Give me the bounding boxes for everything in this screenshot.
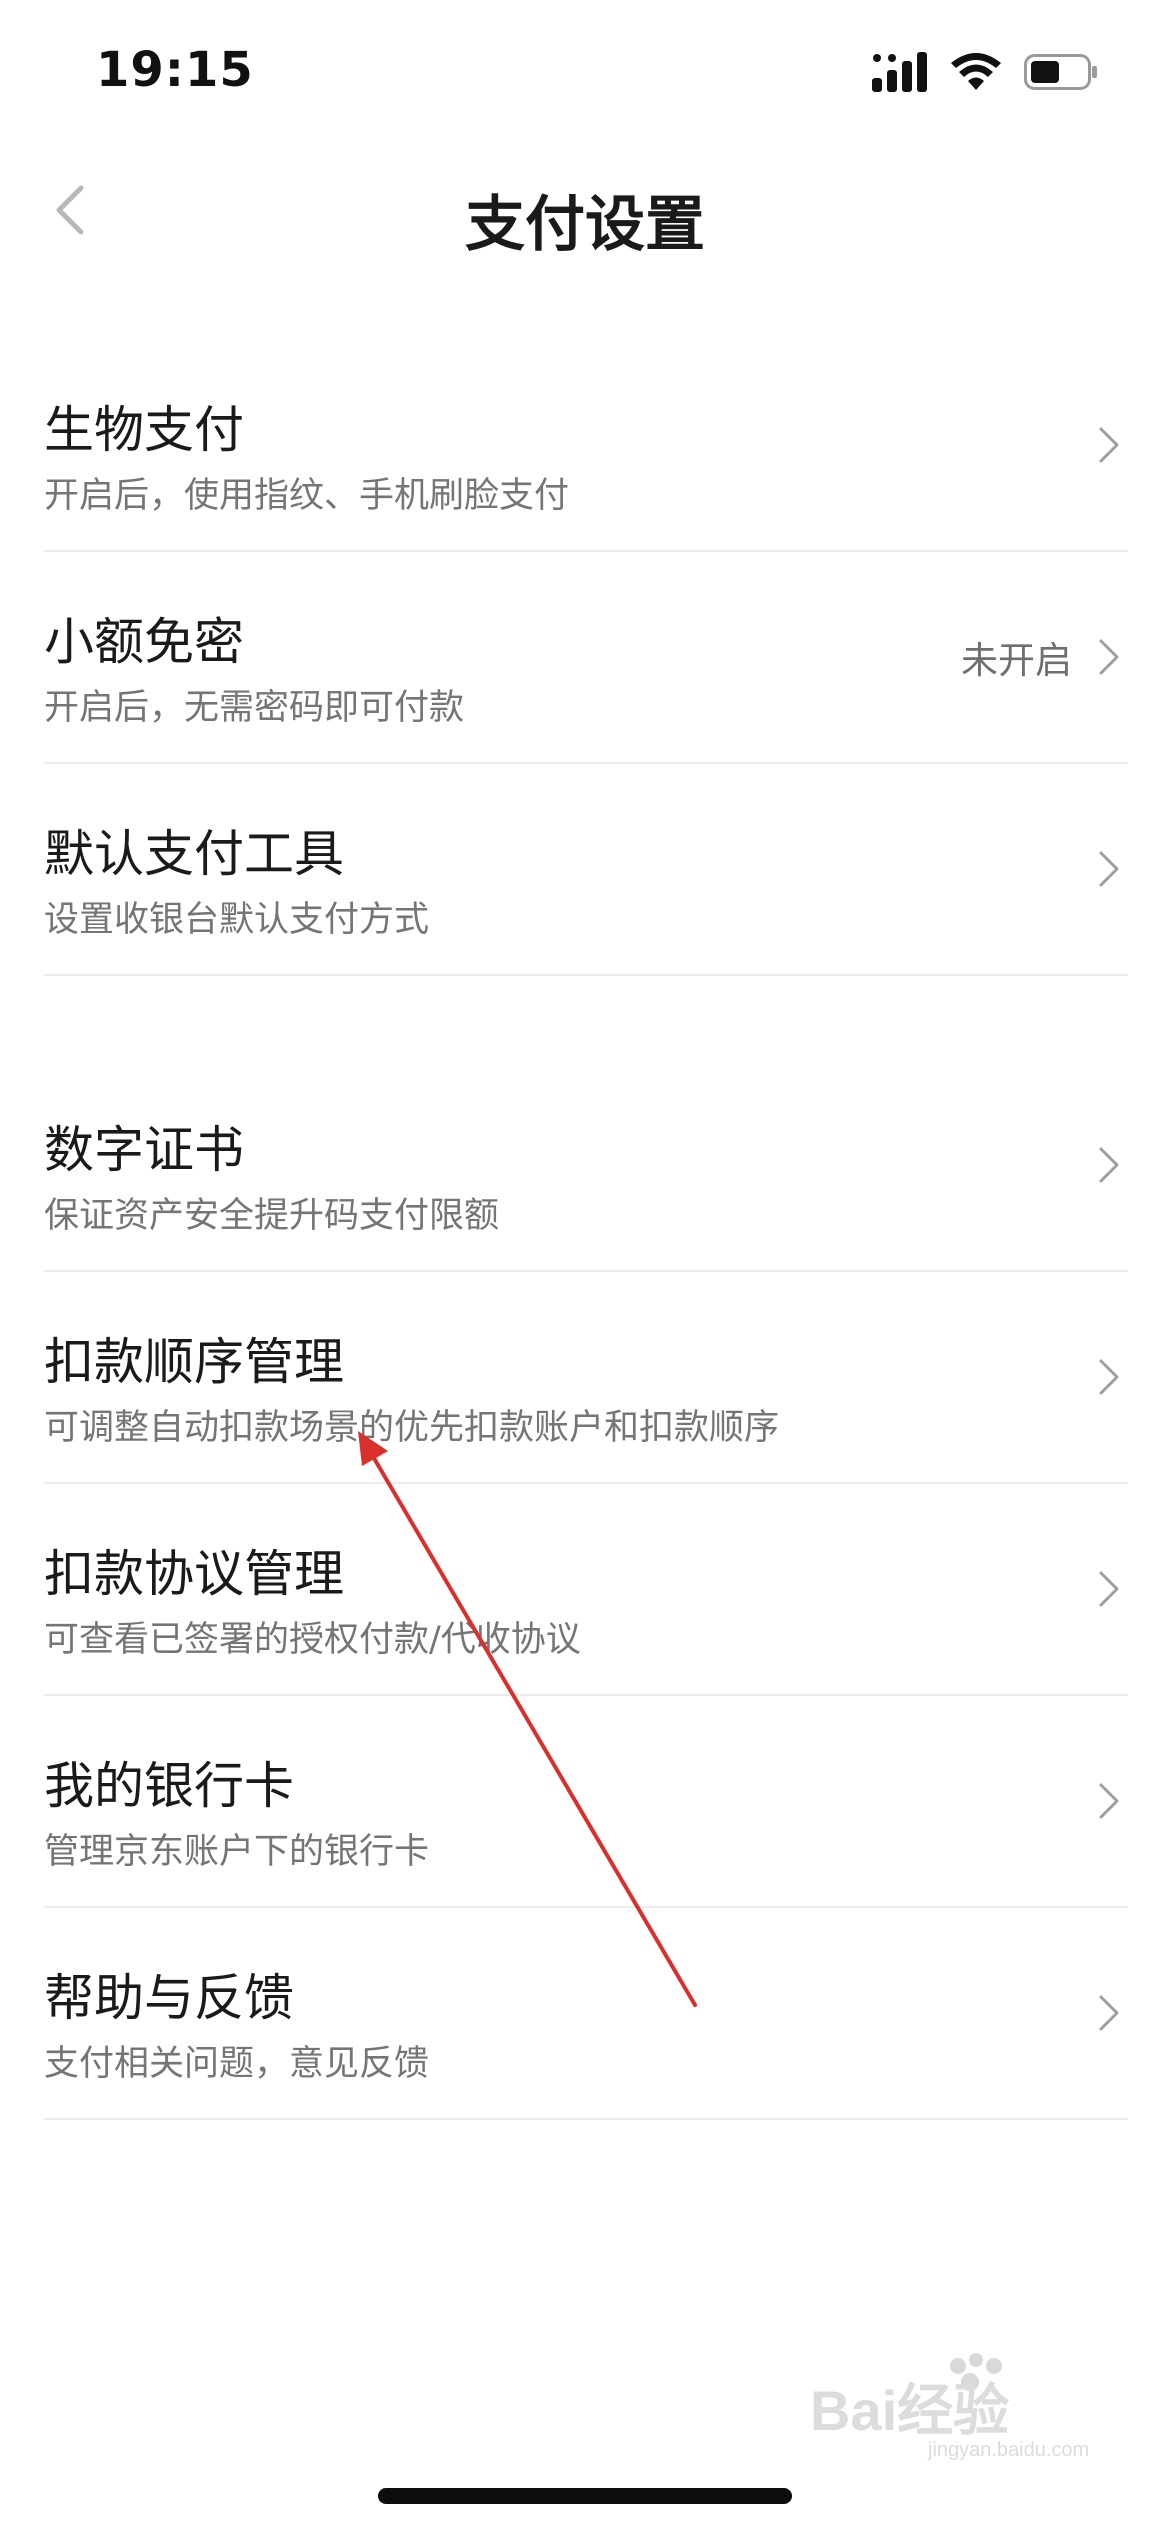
chevron-right-icon (1099, 1995, 1119, 2031)
settings-row-digital-certificate[interactable]: 数字证书 保证资产安全提升码支付限额 (44, 1060, 1128, 1272)
baidu-jingyan-watermark: Bai经验 jingyan.baidu.com (810, 2353, 1089, 2461)
row-title: 扣款协议管理 (44, 1545, 344, 1603)
status-icons (872, 52, 1098, 92)
home-indicator[interactable] (378, 2488, 792, 2504)
row-title: 数字证书 (44, 1121, 244, 1179)
row-subtitle: 设置收银台默认支付方式 (44, 900, 430, 940)
wifi-icon (951, 53, 1001, 90)
row-subtitle: 可查看已签署的授权付款/代收协议 (44, 1620, 581, 1660)
settings-row-password-free[interactable]: 小额免密 开启后，无需密码即可付款 未开启 (44, 552, 1128, 764)
chevron-right-icon (1099, 1359, 1119, 1395)
settings-group-2: 数字证书 保证资产安全提升码支付限额 扣款顺序管理 可调整自动扣款场景的优先扣款… (0, 1060, 1170, 2120)
row-subtitle: 支付相关问题，意见反馈 (44, 2044, 430, 2084)
chevron-right-icon (1099, 1571, 1119, 1607)
row-right (1098, 1272, 1120, 1482)
row-right (1098, 1060, 1120, 1270)
settings-row-biometric-pay[interactable]: 生物支付 开启后，使用指纹、手机刷脸支付 (44, 340, 1128, 552)
chevron-right-icon (1099, 639, 1119, 675)
payment-settings-screen: 19:15 支付设置 生物支付 开启后，使用指纹、手机刷脸支付 小额免密 开启后… (0, 0, 1170, 2532)
row-subtitle: 可调整自动扣款场景的优先扣款账户和扣款顺序 (44, 1408, 780, 1448)
settings-row-my-bank-cards[interactable]: 我的银行卡 管理京东账户下的银行卡 (44, 1696, 1128, 1908)
settings-row-deduction-order[interactable]: 扣款顺序管理 可调整自动扣款场景的优先扣款账户和扣款顺序 (44, 1272, 1128, 1484)
row-subtitle: 保证资产安全提升码支付限额 (44, 1196, 500, 1236)
row-right (1098, 1484, 1120, 1694)
row-title: 小额免密 (44, 613, 244, 671)
settings-row-default-pay-tool[interactable]: 默认支付工具 设置收银台默认支付方式 (44, 764, 1128, 976)
nav-bar: 支付设置 (0, 150, 1170, 270)
row-title: 扣款顺序管理 (44, 1333, 344, 1391)
page-title: 支付设置 (465, 190, 705, 260)
row-title: 生物支付 (44, 401, 244, 459)
row-status: 未开启 (961, 639, 1072, 682)
svg-text:jingyan.baidu.com: jingyan.baidu.com (927, 2439, 1089, 2461)
svg-text:Bai经验: Bai经验 (810, 2379, 1009, 2442)
row-right (1098, 764, 1120, 974)
row-title: 默认支付工具 (44, 825, 344, 883)
settings-row-deduction-agreement[interactable]: 扣款协议管理 可查看已签署的授权付款/代收协议 (44, 1484, 1128, 1696)
battery-icon (1024, 54, 1097, 90)
chevron-right-icon (1099, 1783, 1119, 1819)
status-time: 19:15 (96, 42, 254, 98)
chevron-right-icon (1099, 427, 1119, 463)
status-bar: 19:15 (0, 0, 1170, 150)
settings-row-help-feedback[interactable]: 帮助与反馈 支付相关问题，意见反馈 (44, 1908, 1128, 2120)
row-subtitle: 开启后，无需密码即可付款 (44, 688, 465, 728)
row-subtitle: 开启后，使用指纹、手机刷脸支付 (44, 476, 570, 516)
row-subtitle: 管理京东账户下的银行卡 (44, 1832, 430, 1872)
settings-group-1: 生物支付 开启后，使用指纹、手机刷脸支付 小额免密 开启后，无需密码即可付款 未… (0, 340, 1170, 976)
row-right (1098, 340, 1120, 550)
row-right (1098, 1696, 1120, 1906)
row-title: 我的银行卡 (44, 1757, 294, 1815)
chevron-right-icon (1099, 851, 1119, 887)
row-right (1098, 1908, 1120, 2118)
row-right: 未开启 (961, 552, 1120, 762)
chevron-right-icon (1099, 1147, 1119, 1183)
row-title: 帮助与反馈 (44, 1969, 294, 2027)
signal-icon (872, 52, 927, 92)
